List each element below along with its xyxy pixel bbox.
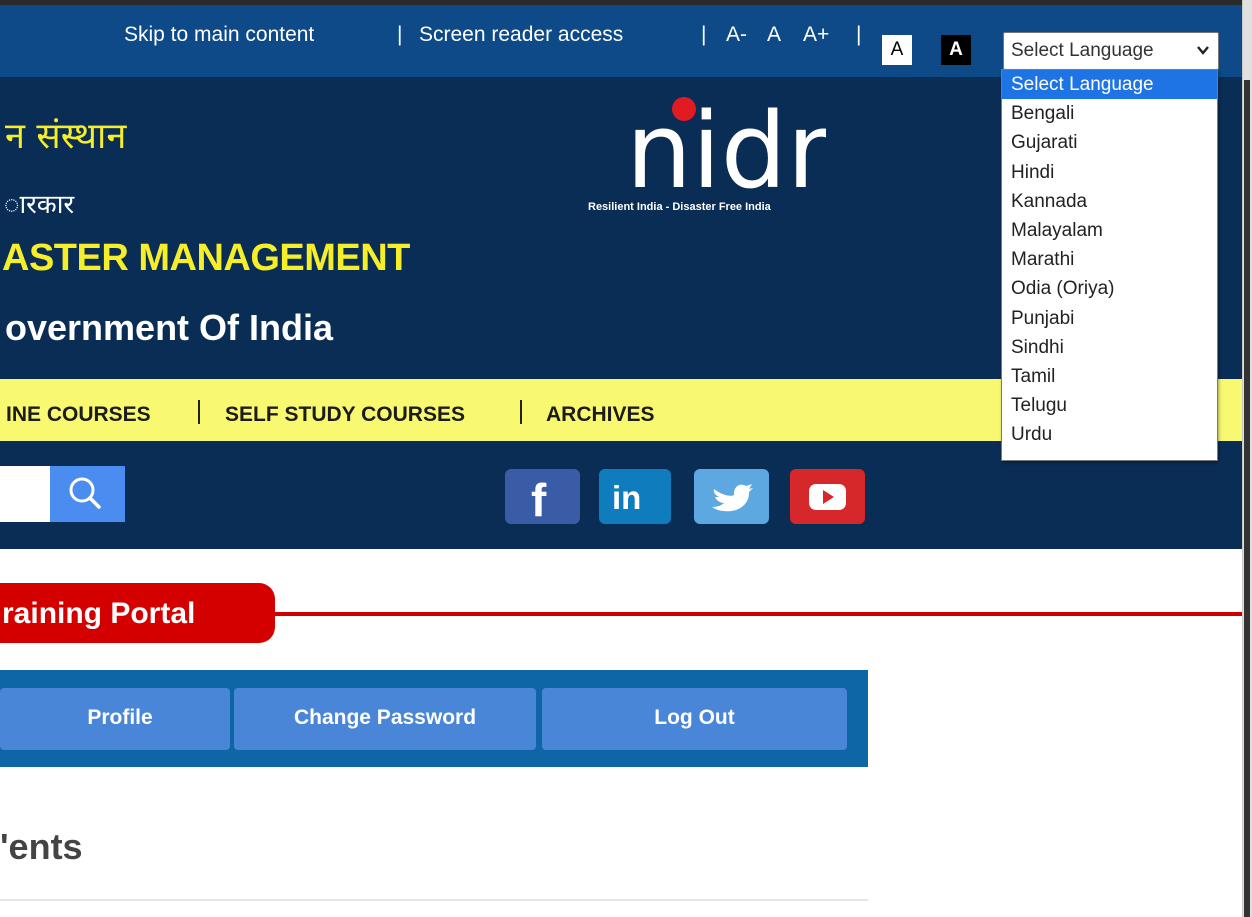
profile-button[interactable]: Profile bbox=[0, 688, 230, 750]
language-option-telugu[interactable]: Telugu bbox=[1002, 391, 1217, 420]
youtube-link[interactable] bbox=[790, 469, 865, 524]
skip-to-main-link[interactable]: Skip to main content bbox=[124, 22, 314, 48]
svg-text:in: in bbox=[612, 479, 641, 516]
twitter-icon bbox=[712, 484, 753, 512]
linkedin-icon: in bbox=[612, 479, 641, 516]
linkedin-link[interactable]: in bbox=[599, 469, 671, 524]
portal-title: raining Portal bbox=[2, 597, 196, 630]
language-option-select[interactable]: Select Language bbox=[1002, 70, 1217, 100]
font-increase-button[interactable]: A+ bbox=[803, 22, 829, 48]
separator: | bbox=[701, 23, 707, 46]
language-option-malayalam[interactable]: Malayalam bbox=[1002, 216, 1217, 245]
separator: | bbox=[397, 23, 403, 46]
language-option-urdu[interactable]: Urdu bbox=[1002, 420, 1217, 449]
institute-name-english: ASTER MANAGEMENT bbox=[2, 237, 410, 279]
search-icon bbox=[69, 477, 101, 509]
logo-tagline: Resilient India - Disaster Free India bbox=[588, 201, 771, 213]
separator: | bbox=[856, 23, 862, 46]
language-option-tamil[interactable]: Tamil bbox=[1002, 362, 1217, 391]
government-hindi: ारकार bbox=[4, 190, 75, 220]
search-button[interactable] bbox=[50, 466, 125, 522]
contrast-light-button[interactable]: A bbox=[882, 35, 912, 65]
search-input[interactable] bbox=[0, 466, 50, 522]
youtube-icon bbox=[809, 484, 846, 510]
government-english: overnment Of India bbox=[5, 307, 334, 348]
language-option-gujarati[interactable]: Gujarati bbox=[1002, 128, 1217, 157]
nidm-logo[interactable]: nidm Resilient India - Disaster Free Ind… bbox=[586, 92, 876, 213]
nav-separator bbox=[198, 400, 200, 424]
screen-reader-link[interactable]: Screen reader access bbox=[419, 22, 623, 48]
scrollbar-thumb[interactable] bbox=[1244, 80, 1250, 917]
logout-button[interactable]: Log Out bbox=[542, 688, 847, 750]
nidm-logo-mark: nidm bbox=[626, 92, 826, 197]
events-heading: 'ents bbox=[0, 826, 83, 867]
change-password-button[interactable]: Change Password bbox=[234, 688, 536, 750]
portal-heading-tab: raining Portal bbox=[0, 583, 275, 643]
language-option-bengali[interactable]: Bengali bbox=[1002, 99, 1217, 128]
nav-item-online-courses[interactable]: INE COURSES bbox=[6, 403, 151, 427]
facebook-link[interactable]: f bbox=[505, 469, 580, 526]
language-option-odia[interactable]: Odia (Oriya) bbox=[1002, 274, 1217, 303]
svg-text:nidm: nidm bbox=[626, 92, 826, 197]
font-normal-button[interactable]: A bbox=[767, 22, 781, 48]
nav-item-self-study-courses[interactable]: SELF STUDY COURSES bbox=[225, 403, 465, 427]
accessibility-bar: Skip to main content | Screen reader acc… bbox=[0, 5, 1242, 77]
language-select-value: Select Language bbox=[1011, 40, 1154, 61]
language-select[interactable]: Select Language bbox=[1003, 32, 1219, 70]
language-option-marathi[interactable]: Marathi bbox=[1002, 245, 1217, 274]
events-divider bbox=[0, 899, 868, 901]
language-dropdown-list: Select Language Bengali Gujarati Hindi K… bbox=[1001, 69, 1218, 461]
twitter-link[interactable] bbox=[694, 469, 769, 524]
language-option-sindhi[interactable]: Sindhi bbox=[1002, 333, 1217, 362]
user-menu-bar: Profile Change Password Log Out bbox=[0, 670, 868, 767]
contrast-dark-button[interactable]: A bbox=[941, 35, 971, 65]
language-option-punjabi[interactable]: Punjabi bbox=[1002, 304, 1217, 333]
font-decrease-button[interactable]: A- bbox=[726, 22, 747, 48]
svg-text:f: f bbox=[531, 474, 547, 524]
language-option-kannada[interactable]: Kannada bbox=[1002, 187, 1217, 216]
nav-item-archives[interactable]: ARCHIVES bbox=[546, 403, 655, 427]
portal-divider-line bbox=[270, 612, 1242, 616]
language-option-hindi[interactable]: Hindi bbox=[1002, 158, 1217, 187]
institute-name-hindi: न संस्थान bbox=[5, 116, 127, 157]
chevron-down-icon bbox=[1197, 46, 1209, 55]
facebook-icon: f bbox=[531, 474, 547, 526]
nav-separator bbox=[520, 400, 522, 424]
